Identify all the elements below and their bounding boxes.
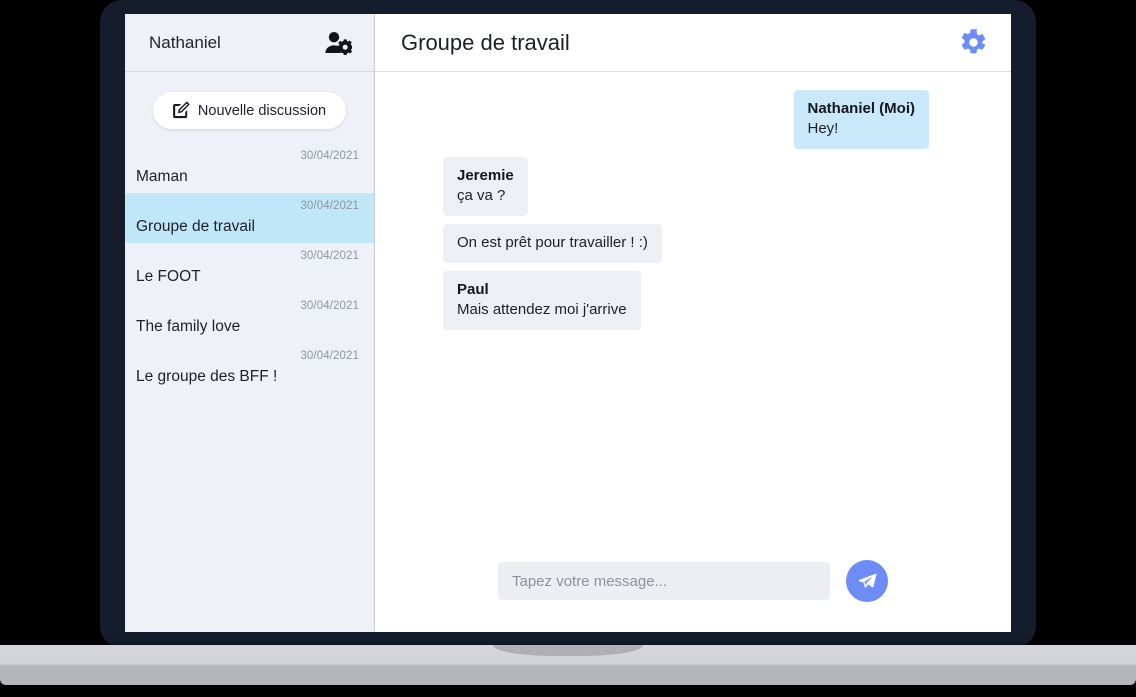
message-text: Mais attendez moi j'arrive [457,300,627,318]
conversation-date: 30/04/2021 [300,300,359,312]
message-bubble-incoming: Paul Mais attendez moi j'arrive [443,270,641,330]
send-button[interactable] [846,560,888,602]
app-screen: Nathaniel Nouvelle discussion 30/04/2021… [125,14,1011,632]
message-input[interactable] [498,562,830,600]
conversation-name: Groupe de travail [136,218,255,235]
message-composer [375,560,1011,632]
conversation-item-groupe-de-travail[interactable]: 30/04/2021 Groupe de travail [125,193,374,243]
conversation-date: 30/04/2021 [300,350,359,362]
message-author: Jeremie [457,166,514,184]
message-list: Nathaniel (Moi) Hey! Jeremie ça va ? On … [375,72,1011,560]
paper-plane-icon [857,571,878,592]
user-cog-icon[interactable] [324,31,353,55]
conversation-name: Maman [136,168,188,185]
conversation-list: 30/04/2021 Maman 30/04/2021 Groupe de tr… [125,143,374,632]
message-author: Paul [457,280,489,298]
message-row: On est prêt pour travailler ! :) [443,223,987,263]
conversation-item-maman[interactable]: 30/04/2021 Maman [125,143,374,193]
conversation-name: The family love [136,318,241,335]
page-title: Groupe de travail [401,29,570,55]
conversation-name: Le FOOT [136,268,201,285]
current-user-name: Nathaniel [149,32,221,52]
conversation-item-le-groupe-des-bff[interactable]: 30/04/2021 Le groupe des BFF ! [125,343,374,393]
message-bubble-incoming: Jeremie ça va ? [443,156,528,216]
gear-icon[interactable] [959,28,988,57]
conversation-date: 30/04/2021 [300,150,359,162]
message-row: Paul Mais attendez moi j'arrive [443,270,987,330]
message-bubble-incoming: On est prêt pour travailler ! :) [443,223,662,263]
conversation-date: 30/04/2021 [300,200,359,212]
new-chat-row: Nouvelle discussion [125,72,374,143]
message-row: Jeremie ça va ? [443,156,987,216]
new-chat-button-label: Nouvelle discussion [197,102,327,119]
message-row: Nathaniel (Moi) Hey! [443,90,987,149]
message-author: Nathaniel (Moi) [807,100,916,117]
new-chat-button[interactable]: Nouvelle discussion [152,92,347,129]
conversation-item-the-family-love[interactable]: 30/04/2021 The family love [125,293,374,343]
conversation-date: 30/04/2021 [300,250,359,262]
laptop-mockup: Nathaniel Nouvelle discussion 30/04/2021… [0,0,1136,697]
sidebar-header: Nathaniel [125,14,374,72]
sidebar: Nathaniel Nouvelle discussion 30/04/2021… [125,14,375,632]
message-text: ça va ? [457,186,506,204]
pen-square-icon [171,101,190,120]
conversation-name: Le groupe des BFF ! [136,368,278,385]
chat-panel: Groupe de travail Nathaniel (Moi) Hey! J… [375,14,1011,632]
message-text: On est prêt pour travailler ! :) [457,233,648,251]
laptop-foot [0,685,1136,691]
conversation-item-le-foot[interactable]: 30/04/2021 Le FOOT [125,243,374,293]
message-bubble-outgoing: Nathaniel (Moi) Hey! [793,90,929,149]
chat-header: Groupe de travail [375,14,1011,72]
message-text: Hey! [807,119,839,137]
